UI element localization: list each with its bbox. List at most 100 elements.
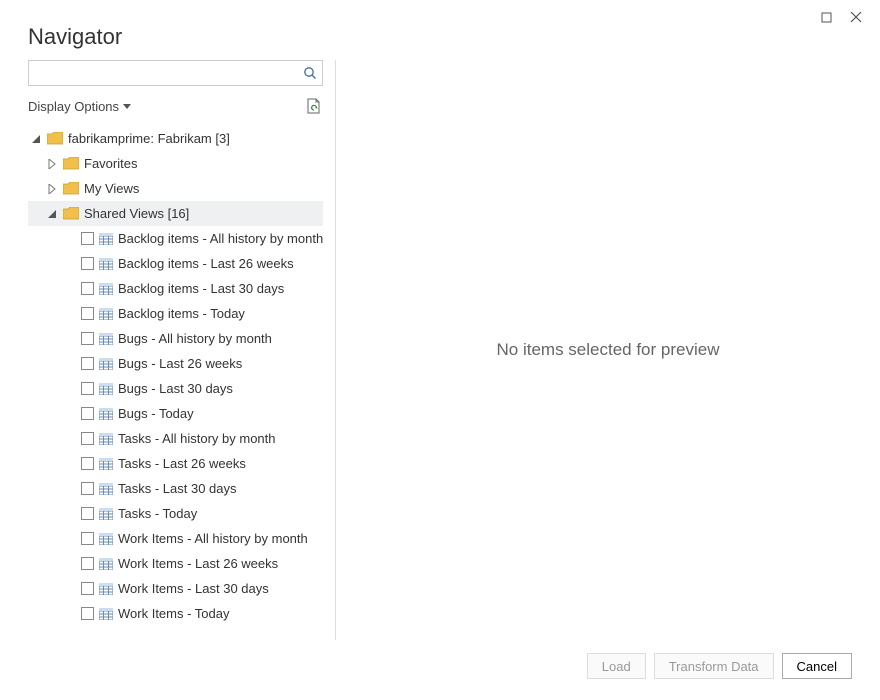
table-icon: [99, 283, 113, 295]
table-icon: [99, 258, 113, 270]
tree-node-label: Favorites: [84, 156, 137, 171]
table-icon: [99, 358, 113, 370]
folder-icon: [47, 132, 63, 145]
item-checkbox[interactable]: [81, 432, 94, 445]
tree-leaf-item[interactable]: Bugs - All history by month: [28, 326, 323, 351]
transform-data-button[interactable]: Transform Data: [654, 653, 774, 679]
tree-favorites-node[interactable]: Favorites: [28, 151, 323, 176]
tree-leaf-label: Tasks - Last 30 days: [118, 481, 237, 496]
tree-leaf-label: Bugs - All history by month: [118, 331, 272, 346]
maximize-icon: [821, 12, 832, 23]
preview-empty-message: No items selected for preview: [497, 340, 720, 360]
tree-leaf-item[interactable]: Work Items - Today: [28, 601, 323, 626]
tree-leaf-label: Work Items - Last 26 weeks: [118, 556, 278, 571]
table-icon: [99, 558, 113, 570]
expander-spacer: [64, 308, 76, 320]
expander-spacer: [64, 383, 76, 395]
item-checkbox[interactable]: [81, 382, 94, 395]
tree-leaf-label: Tasks - Today: [118, 506, 197, 521]
refresh-button[interactable]: [305, 98, 323, 114]
tree-leaf-item[interactable]: Tasks - Last 26 weeks: [28, 451, 323, 476]
tree-node-label: My Views: [84, 181, 139, 196]
expander-spacer: [64, 483, 76, 495]
tree-leaf-item[interactable]: Work Items - Last 30 days: [28, 576, 323, 601]
tree-leaf-label: Bugs - Today: [118, 406, 194, 421]
expander-spacer: [64, 458, 76, 470]
tree-leaf-item[interactable]: Backlog items - Last 26 weeks: [28, 251, 323, 276]
tree-leaf-label: Backlog items - Today: [118, 306, 245, 321]
folder-icon: [63, 157, 79, 170]
expander-collapse-icon[interactable]: [46, 208, 58, 220]
display-options-label: Display Options: [28, 99, 119, 114]
tree-leaf-item[interactable]: Bugs - Today: [28, 401, 323, 426]
item-checkbox[interactable]: [81, 307, 94, 320]
tree-leaf-item[interactable]: Tasks - All history by month: [28, 426, 323, 451]
tree-root-node[interactable]: fabrikamprime: Fabrikam [3]: [28, 126, 323, 151]
tree-leaf-item[interactable]: Backlog items - All history by month: [28, 226, 323, 251]
tree-leaf-label: Work Items - All history by month: [118, 531, 308, 546]
table-icon: [99, 508, 113, 520]
tree-leaf-item[interactable]: Backlog items - Today: [28, 301, 323, 326]
tree-leaf-item[interactable]: Work Items - Last 26 weeks: [28, 551, 323, 576]
item-checkbox[interactable]: [81, 557, 94, 570]
expander-expand-icon[interactable]: [46, 158, 58, 170]
expander-spacer: [64, 558, 76, 570]
display-options-dropdown[interactable]: Display Options: [28, 99, 131, 114]
table-icon: [99, 233, 113, 245]
navigator-tree[interactable]: fabrikamprime: Fabrikam [3] Favorites: [28, 126, 323, 640]
refresh-page-icon: [305, 98, 321, 114]
tree-leaf-item[interactable]: Tasks - Today: [28, 501, 323, 526]
table-icon: [99, 458, 113, 470]
item-checkbox[interactable]: [81, 357, 94, 370]
tree-shared-views-node[interactable]: Shared Views [16]: [28, 201, 323, 226]
window-close-button[interactable]: [844, 6, 868, 28]
preview-pane: No items selected for preview: [336, 60, 880, 640]
chevron-down-icon: [123, 102, 131, 110]
tree-leaf-label: Work Items - Last 30 days: [118, 581, 269, 596]
table-icon: [99, 433, 113, 445]
item-checkbox[interactable]: [81, 282, 94, 295]
tree-node-label: Shared Views [16]: [84, 206, 189, 221]
window-maximize-button[interactable]: [814, 6, 838, 28]
tree-leaf-item[interactable]: Work Items - All history by month: [28, 526, 323, 551]
expander-spacer: [64, 408, 76, 420]
close-icon: [850, 11, 862, 23]
item-checkbox[interactable]: [81, 407, 94, 420]
expander-spacer: [64, 608, 76, 620]
expander-spacer: [64, 533, 76, 545]
tree-my-views-node[interactable]: My Views: [28, 176, 323, 201]
table-icon: [99, 333, 113, 345]
load-button[interactable]: Load: [587, 653, 646, 679]
folder-icon: [63, 207, 79, 220]
item-checkbox[interactable]: [81, 532, 94, 545]
tree-leaf-label: Bugs - Last 26 weeks: [118, 356, 242, 371]
tree-leaf-item[interactable]: Tasks - Last 30 days: [28, 476, 323, 501]
expander-spacer: [64, 283, 76, 295]
item-checkbox[interactable]: [81, 457, 94, 470]
table-icon: [99, 383, 113, 395]
tree-leaf-item[interactable]: Bugs - Last 26 weeks: [28, 351, 323, 376]
search-input[interactable]: [28, 60, 323, 86]
item-checkbox[interactable]: [81, 582, 94, 595]
navigator-left-pane: Display Options: [28, 60, 336, 640]
expander-collapse-icon[interactable]: [30, 133, 42, 145]
item-checkbox[interactable]: [81, 482, 94, 495]
item-checkbox[interactable]: [81, 607, 94, 620]
cancel-button[interactable]: Cancel: [782, 653, 852, 679]
tree-leaf-item[interactable]: Bugs - Last 30 days: [28, 376, 323, 401]
item-checkbox[interactable]: [81, 232, 94, 245]
tree-leaf-label: Work Items - Today: [118, 606, 230, 621]
search-icon[interactable]: [303, 66, 317, 80]
item-checkbox[interactable]: [81, 257, 94, 270]
expander-spacer: [64, 433, 76, 445]
expander-spacer: [64, 508, 76, 520]
item-checkbox[interactable]: [81, 507, 94, 520]
page-title: Navigator: [28, 24, 852, 50]
item-checkbox[interactable]: [81, 332, 94, 345]
table-icon: [99, 408, 113, 420]
expander-spacer: [64, 583, 76, 595]
table-icon: [99, 583, 113, 595]
expander-expand-icon[interactable]: [46, 183, 58, 195]
tree-leaf-item[interactable]: Backlog items - Last 30 days: [28, 276, 323, 301]
tree-node-label: fabrikamprime: Fabrikam [3]: [68, 131, 230, 146]
